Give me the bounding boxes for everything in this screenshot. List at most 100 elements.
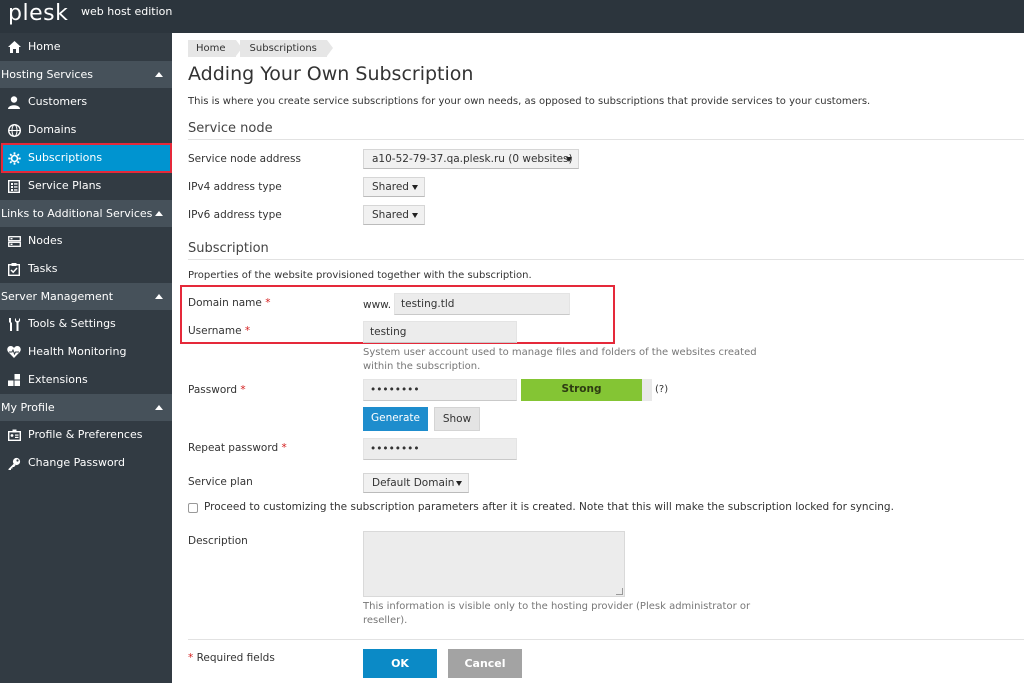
service-plan-label: Service plan [188,476,253,488]
service-node-address-select[interactable]: a10-52-79-37.qa.plesk.ru (0 websites) [363,149,579,169]
select-value: Shared [372,181,409,193]
globe-icon [7,123,21,137]
sidebar-item-label: Nodes [28,234,63,247]
subscription-description: Properties of the website provisioned to… [188,270,532,281]
collapse-caret-icon [155,405,163,410]
password-label: Password * [188,384,246,396]
breadcrumb-subscriptions[interactable]: Subscriptions [239,40,334,57]
show-password-button[interactable]: Show [434,407,480,431]
sidebar-item-label: Service Plans [28,179,102,192]
gear-icon [7,151,21,165]
sidebar-group-label: Hosting Services [1,68,93,81]
ipv6-address-type-label: IPv6 address type [188,209,282,221]
sidebar-item-extensions[interactable]: Extensions [0,366,172,394]
server-icon [7,234,21,248]
collapse-caret-icon [155,294,163,299]
sidebar-group-server-management[interactable]: Server Management [0,283,172,310]
hint-line: This information is visible only to the … [363,601,751,612]
password-strength-track [642,379,652,401]
domain-prefix: www. [363,299,392,311]
sidebar-group-hosting-services[interactable]: Hosting Services [0,61,172,88]
dropdown-arrow-icon [456,481,462,486]
sidebar-item-label: Health Monitoring [28,345,127,358]
user-icon [7,95,21,109]
service-plan-select[interactable]: Default Domain [363,473,469,493]
sidebar-item-label: Domains [28,123,77,136]
description-label: Description [188,535,248,547]
section-divider [188,259,1024,260]
customize-after-creation-checkbox[interactable] [188,503,198,513]
sidebar-item-label: Subscriptions [28,151,103,164]
dropdown-arrow-icon [566,157,572,162]
sidebar-item-subscriptions[interactable]: Subscriptions [1,143,172,173]
username-input[interactable]: testing [363,321,517,343]
plesk-logo[interactable]: plesk [8,1,68,26]
sidebar-item-nodes[interactable]: Nodes [0,227,172,255]
sidebar-group-links[interactable]: Links to Additional Services [0,200,172,227]
sidebar-item-change-password[interactable]: Change Password [0,449,172,477]
username-label: Username * [188,325,250,337]
ipv6-address-type-select[interactable]: Shared [363,205,425,225]
page-title: Adding Your Own Subscription [188,63,474,85]
collapse-caret-icon [155,72,163,77]
description-textarea[interactable] [363,531,625,597]
section-title-subscription: Subscription [188,241,269,256]
required-mark: * [188,652,194,664]
sidebar-item-domains[interactable]: Domains [0,116,172,144]
sidebar-item-service-plans[interactable]: Service Plans [0,172,172,200]
sidebar-item-customers[interactable]: Customers [0,88,172,116]
generate-password-button[interactable]: Generate [363,407,428,431]
required-mark: * [240,384,246,396]
section-title-service-node: Service node [188,121,273,136]
password-input[interactable]: •••••••• [363,379,517,401]
label-text: Repeat password [188,442,279,454]
page-intro: This is where you create service subscri… [188,96,871,107]
breadcrumb: Home Subscriptions [188,40,334,57]
domain-name-input[interactable]: testing.tld [394,293,570,315]
customize-after-creation-label[interactable]: Proceed to customizing the subscription … [204,501,894,513]
section-divider [188,139,1024,140]
ipv4-address-type-select[interactable]: Shared [363,177,425,197]
service-node-address-label: Service node address [188,153,301,165]
sidebar-group-label: Links to Additional Services [1,207,153,220]
repeat-password-label: Repeat password * [188,442,287,454]
cancel-button[interactable]: Cancel [448,649,522,678]
select-value: Shared [372,209,409,221]
required-mark: * [244,325,251,337]
label-text: Username [188,325,242,337]
sidebar-item-tasks[interactable]: Tasks [0,255,172,283]
sidebar-item-home[interactable]: Home [0,33,172,61]
hint-line: System user account used to manage files… [363,347,757,358]
ok-button[interactable]: OK [363,649,437,678]
breadcrumb-home[interactable]: Home [188,40,242,57]
password-help-link[interactable]: (?) [655,384,668,395]
sidebar-item-label: Customers [28,95,88,108]
tools-icon [7,317,21,331]
sidebar-item-label: Tasks [28,262,58,275]
sidebar-item-profile-preferences[interactable]: Profile & Preferences [0,421,172,449]
main-content: Home Subscriptions Adding Your Own Subsc… [172,33,1024,683]
hint-line: reseller). [363,615,408,626]
label-text: Required fields [196,652,275,664]
top-bar: plesk web host edition [0,0,1024,33]
repeat-password-input[interactable]: •••••••• [363,438,517,460]
plans-icon [7,179,21,193]
hint-line: within the subscription. [363,361,481,372]
required-mark: * [281,442,287,454]
sidebar-item-tools-settings[interactable]: Tools & Settings [0,310,172,338]
footer-divider [188,639,1024,640]
sidebar-item-label: Home [28,40,61,53]
description-hint: This information is visible only to the … [363,600,750,628]
select-value: a10-52-79-37.qa.plesk.ru (0 websites) [372,153,573,165]
username-hint: System user account used to manage files… [363,346,757,374]
ipv4-address-type-label: IPv4 address type [188,181,282,193]
sidebar-item-health-monitoring[interactable]: Health Monitoring [0,338,172,366]
label-text: Domain name [188,297,262,309]
key-icon [7,456,21,470]
sidebar-group-label: My Profile [1,401,55,414]
heart-pulse-icon [7,345,21,359]
id-card-icon [7,428,21,442]
resize-grip-icon[interactable] [616,588,623,595]
sidebar-item-label: Tools & Settings [28,317,116,330]
sidebar-group-my-profile[interactable]: My Profile [0,394,172,421]
